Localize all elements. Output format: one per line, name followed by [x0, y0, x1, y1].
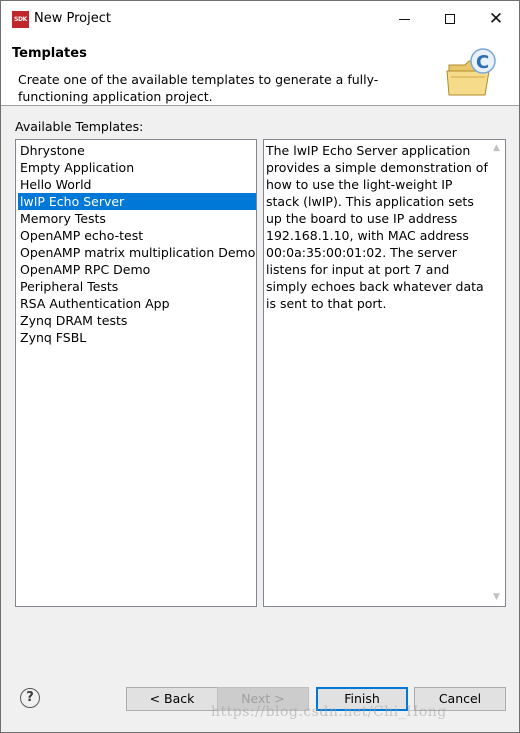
template-list-item[interactable]: RSA Authentication App: [18, 295, 256, 312]
watermark: https://blog.csdn.net/Chi_Hong: [211, 704, 447, 720]
template-list-item[interactable]: OpenAMP echo-test: [18, 227, 256, 244]
minimize-button[interactable]: [381, 1, 427, 37]
wizard-banner: Templates Create one of the available te…: [1, 37, 519, 106]
minimize-icon: [398, 18, 410, 20]
template-list-item[interactable]: Hello World: [18, 176, 256, 193]
available-templates-label: Available Templates:: [15, 119, 144, 134]
page-description: Create one of the available templates to…: [18, 72, 379, 104]
template-list-item[interactable]: Zynq DRAM tests: [18, 312, 256, 329]
template-list-item[interactable]: Dhrystone: [18, 142, 256, 159]
title-bar[interactable]: SDK New Project ✕: [1, 1, 519, 37]
template-list-item[interactable]: Zynq FSBL: [18, 329, 256, 346]
window-title: New Project: [34, 11, 111, 26]
svg-text:C: C: [476, 52, 489, 73]
templates-list[interactable]: Dhrystone Empty Application Hello World lwI…: [15, 139, 257, 607]
template-list-item[interactable]: lwIP Echo Server: [18, 193, 256, 210]
template-list-item[interactable]: OpenAMP RPC Demo: [18, 261, 256, 278]
help-button[interactable]: ?: [20, 688, 40, 708]
template-description-text: The lwIP Echo Server application provide…: [266, 143, 488, 311]
back-button[interactable]: < Back: [126, 687, 218, 711]
scroll-up-icon[interactable]: ▲: [488, 140, 505, 157]
sdk-app-icon: SDK: [12, 11, 29, 28]
folder-c-project-icon: C: [446, 48, 496, 96]
template-description-box[interactable]: The lwIP Echo Server application provide…: [263, 139, 506, 607]
close-icon: ✕: [488, 8, 504, 29]
maximize-icon: [445, 14, 455, 24]
page-title: Templates: [12, 46, 87, 61]
template-list-item[interactable]: OpenAMP matrix multiplication Demo: [18, 244, 256, 261]
template-list-item[interactable]: Empty Application: [18, 159, 256, 176]
close-button[interactable]: ✕: [473, 1, 519, 37]
scroll-down-icon[interactable]: ▼: [488, 589, 505, 606]
template-list-item[interactable]: Peripheral Tests: [18, 278, 256, 295]
template-list-item[interactable]: Memory Tests: [18, 210, 256, 227]
description-scrollbar[interactable]: ▲ ▼: [488, 140, 505, 606]
maximize-button[interactable]: [427, 1, 473, 37]
new-project-dialog: SDK New Project ✕ Templates Create one o…: [0, 0, 520, 733]
